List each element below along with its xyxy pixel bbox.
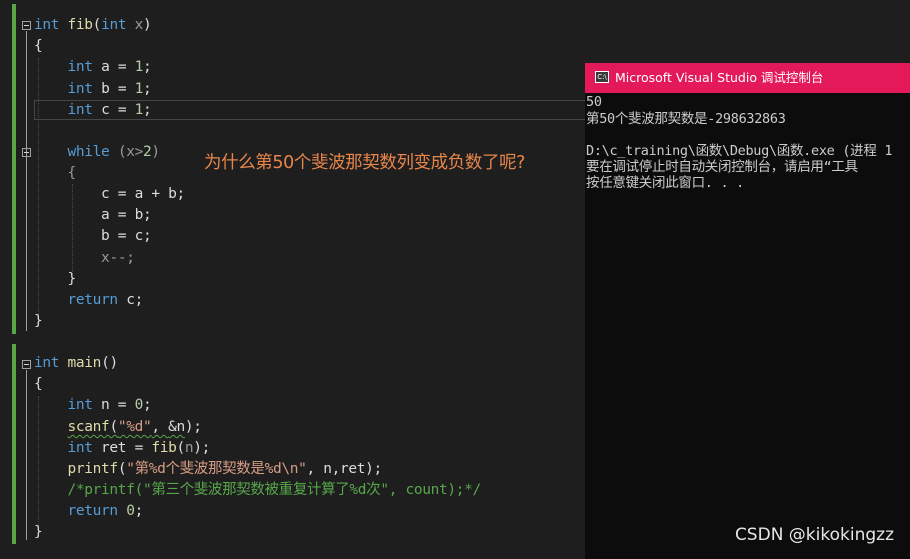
code-line-22[interactable]: return 0; [34,501,144,522]
collapse-fib-icon[interactable] [22,21,31,30]
code-line-14[interactable]: } [34,311,43,332]
code-line-4[interactable]: int b = 1; [34,79,152,100]
console-output-line: 第50个斐波那契数是-298632863 [586,111,786,127]
console-output-line: 50 [586,94,602,110]
csdn-watermark: CSDN @kikokingzz [734,525,894,545]
console-title-bar[interactable]: C:\ Microsoft Visual Studio 调试控制台 [585,63,910,93]
code-line-11[interactable]: x--; [34,248,135,269]
change-indicator-bar [12,344,16,544]
collapse-main-icon[interactable] [22,360,31,369]
code-line-12[interactable]: } [34,269,77,290]
debug-console-window[interactable]: C:\ Microsoft Visual Studio 调试控制台 50 第50… [585,63,910,559]
code-line-19[interactable]: int ret = fib(n); [34,438,211,459]
console-output-line: 要在调试停止时自动关闭控制台，请启用“工具 [586,159,858,175]
code-line-1[interactable]: int fib(int x) [34,15,152,36]
code-line-18[interactable]: scanf("%d", &n); [34,417,202,438]
console-output-line: D:\c_training\函数\Debug\函数.exe (进程 1 [586,143,893,159]
code-line-16[interactable]: { [34,374,43,395]
code-line-21[interactable]: /*printf("第三个斐波那契数被重复计算了%d次", count);*/ [34,480,482,501]
fold-line [26,370,27,540]
code-line-20[interactable]: printf("第%d个斐波那契数是%d\n", n,ret); [34,459,383,480]
console-app-icon: C:\ [595,71,609,83]
console-output-line: 按任意键关闭此窗口. . . [586,175,744,191]
code-line-10[interactable]: b = c; [34,226,152,247]
question-annotation: 为什么第50个斐波那契数列变成负数了呢? [204,153,526,173]
code-line-17[interactable]: int n = 0; [34,395,152,416]
collapse-while-icon[interactable] [22,148,31,157]
code-line-23[interactable]: } [34,522,43,543]
code-line-2[interactable]: { [34,36,43,57]
code-line-5[interactable]: int c = 1; [34,100,152,121]
change-indicator-bar [12,4,16,334]
fold-line [26,31,27,331]
code-line-13[interactable]: return c; [34,290,144,311]
console-title: Microsoft Visual Studio 调试控制台 [615,70,824,85]
code-line-15[interactable]: int main() [34,353,118,374]
code-line-3[interactable]: int a = 1; [34,57,152,78]
code-line-7[interactable]: { [34,163,77,184]
code-line-6[interactable]: while (x>2) [34,142,161,163]
code-line-9[interactable]: a = b; [34,205,152,226]
code-line-8[interactable]: c = a + b; [34,184,185,205]
